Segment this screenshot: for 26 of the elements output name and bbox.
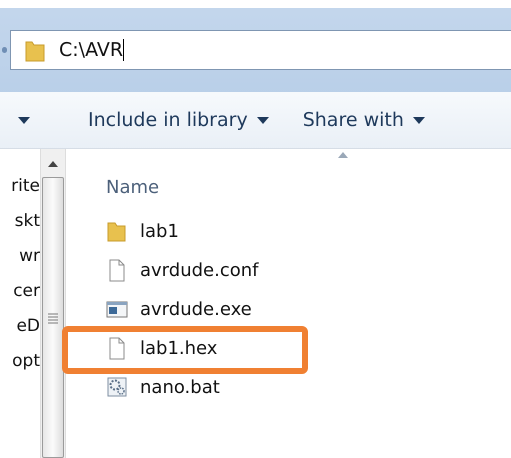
file-name[interactable]: lab1.hex: [140, 338, 218, 359]
caret-icon[interactable]: [18, 116, 30, 124]
navigation-item[interactable]: cer: [13, 280, 40, 303]
scroll-up-icon[interactable]: [48, 161, 58, 167]
address-text: C:\AVR: [59, 39, 124, 61]
file-name[interactable]: nano.bat: [140, 377, 220, 398]
caret-icon: [412, 116, 425, 124]
navigation-item[interactable]: rite: [11, 175, 40, 198]
caret-icon: [256, 116, 269, 124]
navigation-item[interactable]: wr: [19, 245, 40, 268]
address-field[interactable]: C:\AVR: [10, 30, 511, 70]
gear-icon: [106, 376, 128, 399]
grip-icon: [47, 312, 59, 324]
column-header[interactable]: Name: [106, 177, 160, 199]
file-name[interactable]: avrdude.exe: [140, 299, 252, 320]
toolbar-button[interactable]: Share with: [300, 105, 427, 135]
folder-icon: [106, 220, 128, 243]
file-name[interactable]: avrdude.conf: [140, 260, 258, 281]
file-name[interactable]: lab1: [140, 221, 179, 242]
navigation-item[interactable]: skt: [14, 210, 40, 233]
scrollbar[interactable]: [40, 149, 66, 458]
navigation-item[interactable]: opt: [12, 350, 40, 373]
sort-arrow-icon: [338, 152, 348, 158]
navigation-item[interactable]: eD: [16, 315, 40, 338]
toolbar-button[interactable]: Include in library: [86, 105, 271, 135]
scroll-thumb[interactable]: [42, 177, 64, 458]
